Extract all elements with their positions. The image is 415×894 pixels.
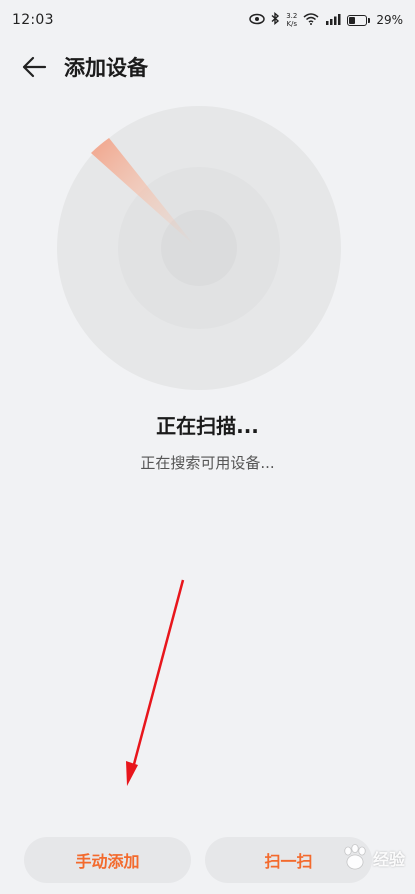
back-arrow-icon	[22, 56, 47, 78]
battery-percent: 29%	[376, 13, 403, 27]
signal-icon	[325, 13, 341, 28]
radar-scanner	[57, 106, 341, 390]
back-button[interactable]	[6, 44, 62, 90]
watermark: 经验	[340, 844, 405, 872]
watermark-text: 经验	[372, 850, 405, 869]
header: 添加设备	[0, 44, 415, 90]
net-speed: 3.2 K/s	[286, 12, 297, 28]
manual-add-button[interactable]: 手动添加	[24, 837, 191, 883]
wifi-icon	[303, 12, 319, 28]
status-bar: 12:03 3.2 K/s 29%	[0, 0, 415, 40]
net-speed-unit: K/s	[286, 20, 298, 28]
status-time: 12:03	[12, 12, 54, 28]
bluetooth-icon	[271, 12, 280, 28]
net-speed-value: 3.2	[286, 12, 298, 20]
status-icons: 3.2 K/s 29%	[249, 12, 403, 28]
eye-icon	[249, 13, 265, 28]
paw-logo-icon	[344, 844, 366, 870]
scan-status-title: 正在扫描...	[156, 414, 259, 438]
scan-status-subtitle: 正在搜索可用设备...	[140, 454, 275, 472]
page-title: 添加设备	[64, 56, 148, 80]
battery-icon	[347, 14, 371, 26]
